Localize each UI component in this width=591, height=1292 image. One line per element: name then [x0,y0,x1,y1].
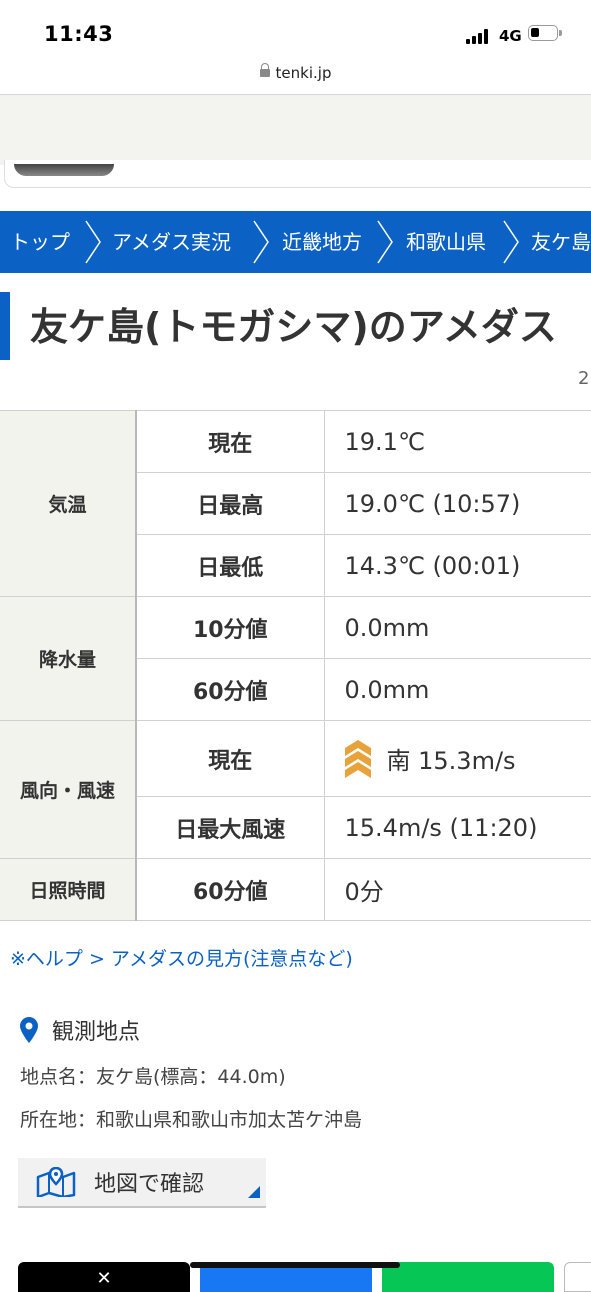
row-value: 0分 [323,858,591,921]
row-label: 日最大風速 [135,796,325,859]
observation-date: 2 [578,368,590,389]
address-bar[interactable]: tenki.jp [0,62,591,95]
table-row: 風向・風速 現在 南 15.3m/s [0,720,591,859]
row-label: 現在 [135,410,325,473]
network-type: 4G [499,27,522,45]
station-name: 地点名：友ケ島(標高：44.0m) [20,1066,286,1088]
row-value: 0.0mm [323,596,591,659]
wind-direction-south-icon [344,739,371,778]
row-value: 14.3℃ (00:01) [323,534,591,597]
url-text: tenki.jp [275,64,332,82]
category-sunshine: 日照時間 [0,858,137,921]
row-value: 0.0mm [323,658,591,721]
help-link[interactable]: ※ヘルプ > アメダスの見方(注意点など) [10,944,353,971]
ad-banner[interactable] [0,95,591,165]
row-label: 10分値 [135,596,325,659]
row-value: 19.1℃ [323,410,591,473]
breadcrumb-separator-icon [85,220,101,264]
x-logo-icon: ✕ [96,1268,112,1289]
status-time: 11:43 [44,22,114,46]
category-precipitation: 降水量 [0,596,137,721]
ad-image [14,164,114,176]
row-value: 南 15.3m/s [323,720,591,797]
battery-icon [528,25,562,41]
row-value: 19.0℃ (10:57) [323,472,591,535]
row-label: 日最低 [135,534,325,597]
row-label: 60分値 [135,658,325,721]
corner-triangle-icon [248,1186,260,1198]
page-title: 友ケ島(トモガシマ)のアメダス [30,305,557,349]
row-value: 15.4m/s (11:20) [323,796,591,859]
share-x-button[interactable]: ✕ [18,1262,190,1292]
status-bar: 11:43 4G [0,0,591,62]
observation-title: 観測地点 [52,1020,141,1045]
breadcrumb-item-kinki[interactable]: 近畿地方 [282,211,362,273]
home-indicator[interactable] [190,1262,400,1268]
breadcrumb: トップ アメダス実況 近畿地方 和歌山県 友ケ島 [0,211,591,273]
breadcrumb-item-tomogashima: 友ケ島 [531,230,591,254]
category-wind: 風向・風速 [0,720,137,859]
breadcrumb-item-amedas[interactable]: アメダス実況 [112,211,231,273]
map-icon [36,1167,76,1197]
breadcrumb-separator-icon [377,220,393,264]
row-label: 現在 [135,720,325,797]
lock-icon [259,63,270,79]
share-line-button[interactable] [382,1262,554,1292]
map-confirm-button[interactable]: 地図で確認 [18,1158,266,1208]
table-row: 日照時間 60分値 0分 [0,858,591,921]
table-row: 降水量 10分値 0.0mm [0,596,591,721]
row-label: 日最高 [135,472,325,535]
share-more-button[interactable] [564,1262,591,1292]
breadcrumb-item-wakayama[interactable]: 和歌山県 [406,211,486,273]
breadcrumb-separator-icon [503,220,519,264]
breadcrumb-separator-icon [253,220,269,264]
location-pin-icon [20,1017,38,1043]
wind-value: 南 15.3m/s [386,747,516,775]
amedas-table: 気温 現在 19.1℃ 日最高 19.0℃ (10:57) 日最低 14.3℃ … [0,410,591,921]
page-title-section: 友ケ島(トモガシマ)のアメダス [0,292,591,362]
observation-section-title: 観測地点 [20,1014,140,1046]
signal-strength-icon [466,29,492,44]
breadcrumb-item-top[interactable]: トップ [10,211,70,273]
title-accent-bar [0,292,10,360]
station-address: 所在地：和歌山県和歌山市加太苫ケ沖島 [20,1109,363,1131]
map-button-label: 地図で確認 [94,1172,205,1197]
table-row: 気温 現在 19.1℃ [0,410,591,597]
category-temperature: 気温 [0,410,137,597]
row-label: 60分値 [135,858,325,921]
